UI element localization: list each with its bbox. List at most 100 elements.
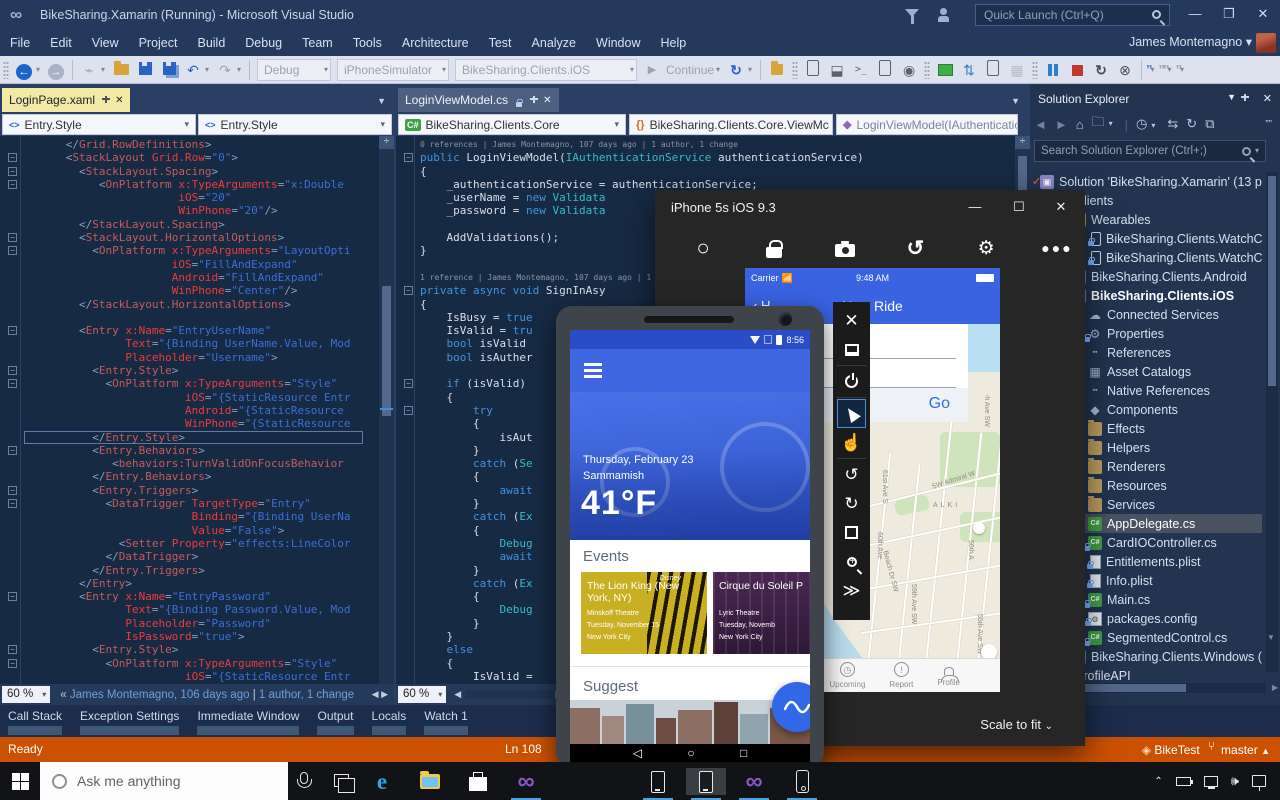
fold-collapse-icon[interactable]: − xyxy=(8,167,17,176)
menu-build[interactable]: Build xyxy=(187,31,235,55)
event-card-lion-king[interactable]: Disney The Lion King (New York, NY) Mins… xyxy=(581,572,707,654)
volume-icon[interactable]: 🕪 xyxy=(1231,773,1239,789)
file-explorer-icon[interactable] xyxy=(410,768,450,795)
save-icon[interactable] xyxy=(135,60,155,80)
zoom-dropdown-icon[interactable]: ▾ xyxy=(434,686,446,703)
tab-list-dropdown-icon[interactable]: ▼ xyxy=(377,96,386,106)
maximize-button[interactable]: ☐ xyxy=(1001,194,1037,220)
menu-view[interactable]: View xyxy=(82,31,129,55)
solution-platform-select[interactable]: iPhoneSimulator▾ xyxy=(337,59,449,81)
device-settings-icon[interactable]: ◉ xyxy=(899,60,919,80)
emulator-phone-active-icon[interactable] xyxy=(686,768,726,795)
deploy-icon[interactable]: ⬓ xyxy=(827,60,847,80)
panel-tab-locals[interactable]: Locals xyxy=(372,709,407,737)
simulator-screen-icon[interactable] xyxy=(935,60,955,80)
visual-studio-2-icon[interactable]: ∞ xyxy=(734,768,774,795)
panel-tab-exception-settings[interactable]: Exception Settings xyxy=(80,709,179,737)
fold-collapse-icon[interactable]: − xyxy=(8,486,17,495)
forward-icon[interactable]: ► xyxy=(1055,117,1068,132)
quick-launch-input[interactable]: Quick Launch (Ctrl+Q) xyxy=(975,4,1170,26)
scroll-down-icon[interactable]: ▼ xyxy=(1267,633,1275,642)
solution-configuration-select[interactable]: Debug▾ xyxy=(257,59,331,81)
action-center-icon[interactable] xyxy=(1252,775,1266,787)
continue-button[interactable]: Continue xyxy=(666,63,714,77)
lock-icon[interactable] xyxy=(761,235,787,261)
menu-team[interactable]: Team xyxy=(292,31,343,55)
zoom-icon[interactable] xyxy=(837,547,866,576)
settings-gear-icon[interactable]: ⚙ xyxy=(973,235,999,261)
restart-debug-icon[interactable]: ↻ xyxy=(1091,60,1111,80)
close-tab-icon[interactable]: ✕ xyxy=(115,95,123,106)
sync-device-icon[interactable]: ⇅ xyxy=(959,60,979,80)
collapse-all-icon[interactable]: ⧉ xyxy=(1205,116,1214,132)
save-all-icon[interactable] xyxy=(159,60,179,80)
panel-tab-immediate-window[interactable]: Immediate Window xyxy=(197,709,299,737)
splitter-icon[interactable]: ÷ xyxy=(379,136,394,149)
menu-tools[interactable]: Tools xyxy=(343,31,392,55)
power-icon[interactable] xyxy=(837,367,866,396)
close-button[interactable]: ✕ xyxy=(1043,194,1079,220)
fold-collapse-icon[interactable]: − xyxy=(8,379,17,388)
ios-tab-profile[interactable]: Profile xyxy=(937,659,960,692)
panel-dropdown-icon[interactable]: ▼ xyxy=(1227,92,1236,102)
camera-icon[interactable] xyxy=(832,235,858,261)
attach-process-icon[interactable]: ⌁ xyxy=(79,60,99,80)
navigate-backward-icon[interactable]: ← xyxy=(14,60,34,80)
fold-collapse-icon[interactable]: − xyxy=(404,153,413,162)
chevron-up-icon[interactable]: ⌃ xyxy=(1154,776,1162,787)
breadcrumb-element[interactable]: <> Entry.Style▾ xyxy=(2,114,196,135)
minimize-button[interactable]: — xyxy=(1178,0,1212,28)
scroll-right-icon[interactable]: ▶ xyxy=(1272,683,1278,692)
menu-analyze[interactable]: Analyze xyxy=(522,31,586,55)
menu-project[interactable]: Project xyxy=(129,31,188,55)
more-ellipsis-icon[interactable]: ●●● xyxy=(1044,235,1070,261)
menu-window[interactable]: Window xyxy=(586,31,650,55)
switch-views-icon[interactable]: 🗀▾ xyxy=(1092,113,1117,135)
event-card-cirque[interactable]: Cirque du Soleil P Lyric Theatre Tuesday… xyxy=(713,572,810,654)
restart-icon[interactable]: ↻ xyxy=(726,60,746,80)
scale-to-fit-control[interactable]: Scale to fit ⌄ xyxy=(980,717,1053,732)
tab-list-dropdown-icon[interactable]: ▼ xyxy=(1011,96,1020,106)
breadcrumb-namespace[interactable]: {} BikeSharing.Clients.Core.ViewMc▾ xyxy=(629,114,833,135)
menu-file[interactable]: File xyxy=(0,31,40,55)
fold-collapse-icon[interactable]: − xyxy=(8,246,17,255)
avatar[interactable] xyxy=(1256,33,1276,53)
back-icon[interactable]: ◁ xyxy=(633,746,642,760)
panel-tab-call-stack[interactable]: Call Stack xyxy=(8,709,62,737)
open-file-icon[interactable] xyxy=(111,60,131,80)
fold-collapse-icon[interactable]: − xyxy=(8,326,17,335)
fold-collapse-icon[interactable]: − xyxy=(404,406,413,415)
menu-architecture[interactable]: Architecture xyxy=(392,31,479,55)
menu-help[interactable]: Help xyxy=(650,31,696,55)
panel-tab-watch-1[interactable]: Watch 1 xyxy=(424,709,468,737)
sync-icon[interactable]: ⇆ xyxy=(1167,116,1178,132)
dropdown-arrow[interactable]: ▾ xyxy=(36,60,44,80)
fold-collapse-icon[interactable]: − xyxy=(8,446,17,455)
xaml-editor-surface[interactable]: </Grid.RowDefinitions> <StackLayout Grid… xyxy=(0,136,379,684)
overflow-icon[interactable]: ”” xyxy=(1265,119,1272,130)
close-tab-icon[interactable]: ✕ xyxy=(543,95,551,106)
console-icon[interactable]: >_ xyxy=(851,60,871,80)
splitter-icon[interactable]: ÷ xyxy=(1015,136,1030,149)
home-icon[interactable]: ○ xyxy=(687,746,694,760)
zoom-dropdown-icon[interactable]: ▾ xyxy=(38,686,50,703)
rotate-right-icon[interactable]: ↻ xyxy=(837,489,866,518)
recents-icon[interactable]: □ xyxy=(740,746,747,760)
go-button[interactable]: Go xyxy=(929,395,950,413)
close-button[interactable]: ✕ xyxy=(1246,0,1280,28)
refresh-icon[interactable]: ↻ xyxy=(1186,116,1197,132)
touch-icon[interactable]: ☝ xyxy=(837,428,866,457)
rotate-icon[interactable]: ↺ xyxy=(902,235,928,261)
home-icon[interactable]: ⌂ xyxy=(1076,117,1084,132)
navigate-forward-icon[interactable]: → xyxy=(46,60,66,80)
pause-icon[interactable] xyxy=(1043,60,1063,80)
fold-collapse-icon[interactable]: − xyxy=(404,379,413,388)
cortana-search-input[interactable]: Ask me anything xyxy=(40,762,288,800)
zoom-level[interactable]: 60 % xyxy=(398,686,434,703)
hscroll-left-arrow[interactable]: ◀ xyxy=(454,689,461,700)
ios-tab-upcoming[interactable]: ◷Upcoming xyxy=(829,659,865,692)
breadcrumb-project[interactable]: C# BikeSharing.Clients.Core▾ xyxy=(398,114,626,135)
minimize-button[interactable]: — xyxy=(957,194,993,220)
undo-icon[interactable]: ↶ xyxy=(183,60,203,80)
vertical-scrollbar[interactable]: ÷ xyxy=(379,136,394,684)
